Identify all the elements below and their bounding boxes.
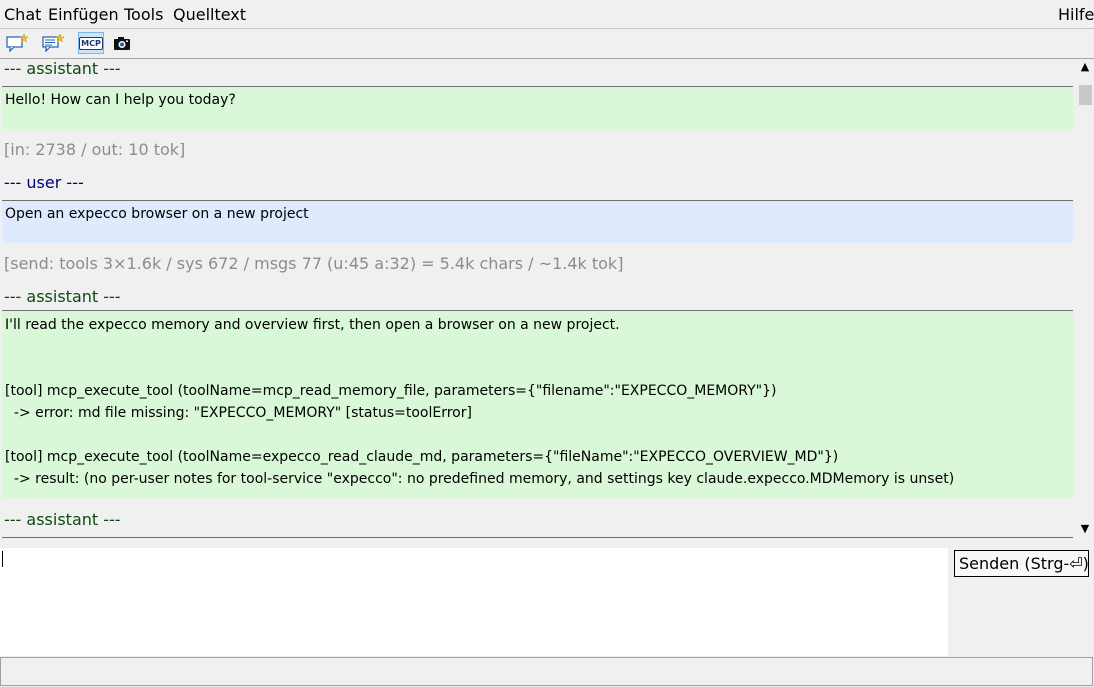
text-caret — [2, 551, 3, 567]
menu-bar: Chat Einfügen Tools Quelltext Hilfe — [0, 0, 1094, 29]
tool-result-line: -> result: (no per-user notes for tool-s… — [5, 471, 955, 487]
send-button[interactable]: Senden (Strg-⏎) — [954, 550, 1089, 577]
message-line — [5, 358, 1070, 380]
scroll-down-icon[interactable]: ▼ — [1076, 522, 1094, 535]
chat-transcript[interactable]: --- assistant --- Hello! How can I help … — [0, 59, 1076, 538]
toolbar: MCP — [0, 29, 1094, 59]
menu-tools[interactable]: Tools — [124, 5, 163, 24]
scroll-up-icon[interactable]: ▲ — [1076, 60, 1094, 73]
screenshot-button[interactable] — [110, 32, 134, 54]
mcp-icon: MCP — [79, 36, 103, 50]
new-chat-button[interactable] — [5, 32, 29, 54]
menu-quelltext[interactable]: Quelltext — [173, 5, 246, 24]
tool-call-line: [tool] mcp_execute_tool (toolName=expecc… — [5, 449, 839, 465]
menu-hilfe[interactable]: Hilfe — [1058, 5, 1094, 24]
status-bar — [0, 657, 1093, 686]
tool-result-line: -> error: md file missing: "EXPECCO_MEMO… — [5, 405, 472, 421]
mcp-button[interactable]: MCP — [78, 32, 104, 54]
role-label-user: --- user --- — [4, 173, 84, 192]
camera-icon — [114, 37, 130, 50]
token-stats: [in: 2738 / out: 10 tok] — [4, 140, 186, 159]
role-label-assistant: --- assistant --- — [4, 59, 121, 78]
new-chat-icon — [6, 34, 28, 52]
message-line: Open an expecco browser on a new project — [5, 206, 309, 222]
message-line — [5, 424, 1070, 446]
menu-chat[interactable]: Chat — [4, 5, 41, 24]
message-line: I'll read the expecco memory and overvie… — [5, 317, 620, 333]
message-line — [5, 336, 1070, 358]
message-input[interactable] — [0, 548, 948, 656]
new-message-icon — [42, 34, 64, 52]
assistant-message: Hello! How can I help you today? — [2, 86, 1073, 129]
role-label-assistant: --- assistant --- — [4, 287, 121, 306]
tool-call-line: [tool] mcp_execute_tool (toolName=mcp_re… — [5, 383, 777, 399]
message-divider — [2, 537, 1073, 538]
menu-einfuegen[interactable]: Einfügen — [48, 5, 119, 24]
role-label-assistant: --- assistant --- — [4, 510, 121, 529]
chat-scrollbar[interactable]: ▲ ▼ — [1076, 59, 1094, 538]
user-message: Open an expecco browser on a new project — [2, 200, 1073, 243]
new-message-button[interactable] — [41, 32, 65, 54]
message-line: Hello! How can I help you today? — [5, 92, 236, 108]
scrollbar-thumb[interactable] — [1079, 85, 1092, 105]
send-stats: [send: tools 3×1.6k / sys 672 / msgs 77 … — [4, 254, 624, 273]
assistant-message-tools: I'll read the expecco memory and overvie… — [2, 310, 1073, 498]
